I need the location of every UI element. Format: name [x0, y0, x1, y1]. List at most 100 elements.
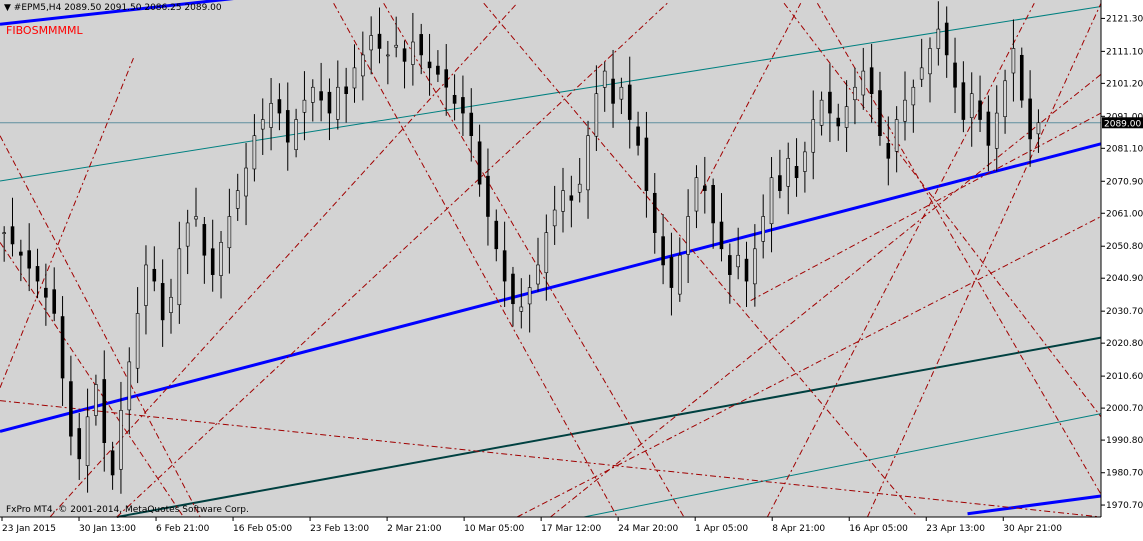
candle-body: [661, 236, 665, 266]
candle-body: [544, 232, 549, 274]
candle-body: [919, 67, 924, 80]
candle-body: [302, 99, 307, 113]
candle-body: [394, 44, 398, 48]
copyright-label: FxPro MT4, © 2001-2014, MetaQuotes Softw…: [6, 505, 249, 515]
y-tick-label: 2040.90: [1106, 274, 1143, 284]
x-tick-label: 30 Jan 13:00: [79, 524, 136, 534]
candle-body: [636, 126, 640, 146]
candle-body: [152, 268, 157, 282]
candle-body: [319, 91, 323, 101]
candle-body: [669, 256, 674, 288]
candle-body: [386, 54, 390, 57]
plot-area: [0, 0, 1101, 517]
candle-body: [344, 86, 348, 95]
candle-body: [19, 251, 23, 256]
candle-body: [452, 94, 457, 104]
y-tick-label: 2050.80: [1106, 242, 1143, 252]
price-chart[interactable]: 2089.00 2121.30 2111.10 2101.20 2091.00 2081…: [0, 0, 1143, 537]
candle-body: [102, 379, 107, 443]
candle-body: [744, 258, 749, 282]
candle-body: [294, 119, 298, 150]
candle-body: [411, 41, 415, 65]
candle-body: [52, 289, 57, 314]
candle-body: [494, 220, 499, 250]
y-tick-label: 1980.70: [1106, 469, 1143, 479]
candle-body: [502, 250, 507, 282]
x-tick-label: 17 Mar 12:00: [541, 524, 601, 534]
candle-body: [194, 216, 198, 220]
candle-body: [527, 287, 532, 305]
candle-body: [169, 296, 173, 313]
candle-body: [110, 450, 115, 476]
candle-body: [803, 151, 807, 172]
candle-body: [836, 117, 841, 127]
candle-body: [536, 264, 540, 285]
candle-body: [736, 254, 740, 268]
candle-body: [577, 183, 582, 193]
candle-body: [969, 93, 974, 118]
candle-body: [928, 48, 932, 75]
candle-body: [761, 216, 765, 242]
candle-body: [953, 62, 957, 88]
x-tick-label: 16 Feb 05:00: [233, 524, 292, 534]
candle-body: [327, 91, 332, 114]
candle-body: [436, 65, 440, 75]
candle-body: [469, 112, 474, 137]
candle-body: [185, 222, 190, 247]
candle-body: [711, 185, 715, 224]
candle-body: [844, 106, 849, 128]
candle-body: [269, 103, 273, 128]
candle-body: [235, 190, 240, 209]
candle-body: [1019, 54, 1024, 101]
candle-body: [427, 61, 432, 69]
candle-body: [69, 381, 73, 437]
y-tick-label: 2101.20: [1106, 79, 1143, 89]
candle-body: [160, 283, 165, 321]
candle-body: [627, 84, 632, 120]
candle-body: [728, 255, 732, 275]
candle-body: [1036, 122, 1041, 135]
candle-body: [819, 99, 824, 126]
candle-body: [561, 190, 565, 212]
y-tick-label: 2091.00: [1106, 112, 1143, 122]
y-tick-label: 2010.60: [1106, 372, 1143, 382]
candle-body: [244, 167, 248, 197]
x-tick-label: 23 Jan 2015: [2, 524, 56, 534]
candle-body: [127, 361, 132, 411]
candle-body: [778, 175, 782, 191]
candle-body: [310, 86, 315, 103]
symbol-label: #EPM5,H4: [13, 3, 62, 13]
chart-header: ▼ #EPM5,H4 2089.50 2091.50 2086.25 2089.…: [4, 3, 222, 13]
y-tick-label: 1990.80: [1106, 436, 1143, 446]
y-tick-label: 2070.90: [1106, 177, 1143, 187]
candle-body: [94, 384, 98, 416]
x-tick-label: 6 Feb 21:00: [156, 524, 210, 534]
candle-body: [878, 90, 882, 137]
candle-body: [219, 242, 223, 276]
candle-body: [602, 70, 607, 88]
candle-body: [85, 416, 90, 466]
candle-body: [978, 100, 982, 120]
candle-body: [1028, 98, 1032, 140]
collapse-triangle-icon[interactable]: ▼: [4, 3, 11, 13]
x-tick-label: 8 Apr 21:00: [772, 524, 825, 534]
x-tick-label: 10 Mar 05:00: [464, 524, 524, 534]
candle-body: [377, 33, 382, 49]
candle-body: [794, 166, 799, 179]
candle-body: [936, 28, 941, 49]
x-tick-label: 23 Apr 13:00: [926, 524, 985, 534]
candle-body: [811, 119, 816, 153]
y-tick-label: 2081.10: [1106, 144, 1143, 154]
candle-body: [911, 86, 916, 106]
x-tick-label: 24 Mar 20:00: [618, 524, 678, 534]
candle-body: [753, 248, 757, 285]
ohlc-label: 2089.50 2091.50 2086.25 2089.00: [64, 3, 222, 13]
candle-body: [177, 248, 182, 306]
candle-body: [1003, 80, 1007, 117]
candle-body: [486, 175, 490, 217]
y-tick-label: 1970.70: [1106, 501, 1143, 511]
candle-body: [552, 209, 557, 227]
candle-body: [10, 226, 15, 245]
candle-body: [511, 273, 515, 305]
candle-body: [252, 135, 257, 170]
